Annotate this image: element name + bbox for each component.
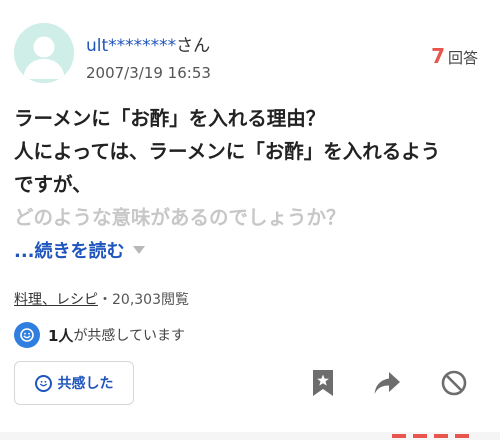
user-avatar-icon bbox=[14, 23, 74, 83]
smiley-icon bbox=[34, 374, 52, 392]
answer-count[interactable]: 7 回答 bbox=[431, 44, 478, 68]
divider-mark bbox=[413, 434, 427, 438]
question-meta: 料理、レシピ・20,303閲覧 bbox=[14, 289, 189, 309]
honorific-suffix: さん bbox=[176, 36, 211, 56]
question-title: ラーメンに「お酢」を入れる理由？ bbox=[14, 107, 326, 130]
share-button[interactable] bbox=[373, 369, 401, 397]
question-body: ラーメンに「お酢」を入れる理由？ 人によっては、ラーメンに「お酢」を入れるよう … bbox=[14, 102, 484, 234]
post-date: 2007/3/19 16:53 bbox=[86, 64, 211, 82]
prohibit-icon bbox=[441, 370, 467, 396]
question-line: ですが、 bbox=[14, 173, 92, 196]
bookmark-button[interactable] bbox=[309, 369, 337, 397]
divider-mark bbox=[434, 434, 448, 438]
empathy-summary: 1人 が共感しています bbox=[14, 322, 185, 348]
view-count: 20,303閲覧 bbox=[112, 292, 189, 308]
bookmark-star-icon bbox=[313, 370, 333, 396]
answer-count-label: 回答 bbox=[447, 49, 478, 67]
answer-count-number: 7 bbox=[431, 44, 445, 68]
empathy-count: 1人 bbox=[48, 326, 74, 345]
read-more-label[interactable]: ...続きを読む bbox=[14, 237, 125, 263]
empathy-text: が共感しています bbox=[73, 328, 186, 344]
meta-separator: ・ bbox=[98, 292, 112, 308]
empathy-button[interactable]: 共感した bbox=[14, 361, 134, 405]
share-arrow-icon bbox=[374, 372, 400, 394]
caret-down-icon bbox=[132, 246, 145, 254]
category-link[interactable]: 料理、レシピ bbox=[14, 292, 98, 308]
empathy-button-label[interactable]: 共感した bbox=[58, 373, 114, 393]
bottom-divider bbox=[0, 432, 500, 440]
block-button[interactable] bbox=[440, 369, 468, 397]
question-line-faded: どのような意味があるのでしょうか？ bbox=[14, 206, 346, 229]
divider-mark bbox=[392, 434, 406, 438]
username-text[interactable]: ult******** bbox=[86, 36, 176, 56]
divider-mark bbox=[455, 434, 469, 438]
username[interactable]: ult********さん bbox=[86, 31, 210, 56]
question-line: 人によっては、ラーメンに「お酢」を入れるよう bbox=[14, 140, 441, 163]
avatar[interactable] bbox=[14, 23, 74, 83]
smiley-icon bbox=[14, 322, 40, 348]
read-more-link[interactable]: ...続きを読む bbox=[14, 237, 145, 263]
